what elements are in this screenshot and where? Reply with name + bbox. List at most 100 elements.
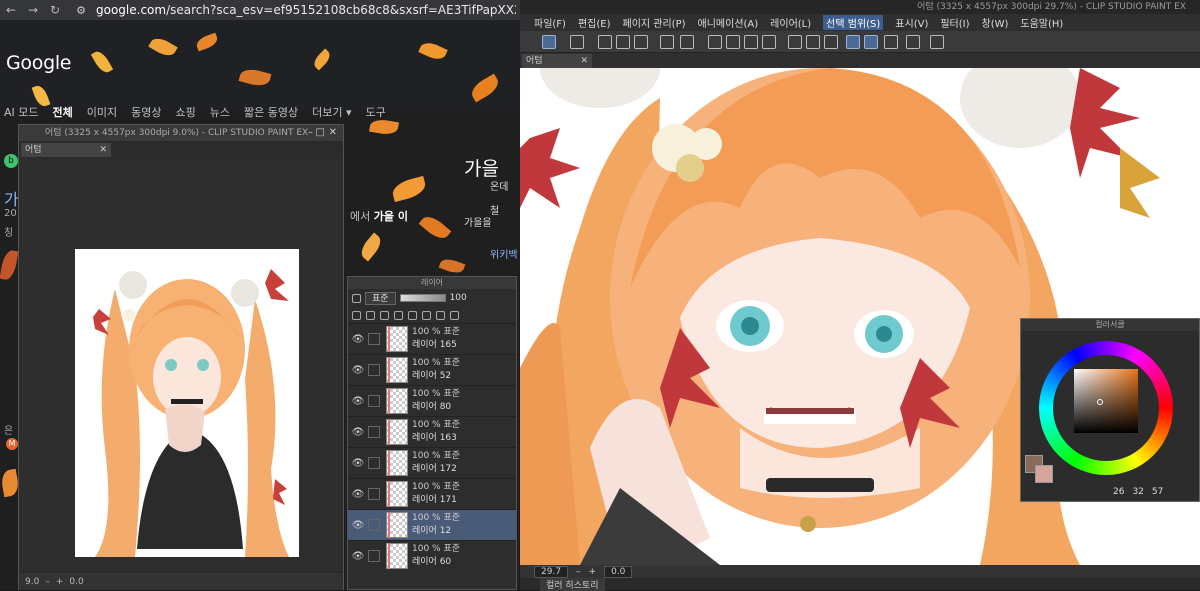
zoom-in-icon[interactable]: + xyxy=(589,567,597,577)
brightness-value[interactable]: 57 xyxy=(1152,487,1163,497)
crop-icon[interactable] xyxy=(762,35,776,49)
eye-icon[interactable]: 👁 xyxy=(348,551,368,562)
layer-lock-toggle[interactable] xyxy=(368,550,380,562)
eye-icon[interactable]: 👁 xyxy=(348,365,368,376)
undo-icon[interactable] xyxy=(660,35,674,49)
layer-lock-toggle[interactable] xyxy=(368,364,380,376)
layer-lock-toggle[interactable] xyxy=(368,488,380,500)
delete-icon[interactable] xyxy=(450,310,459,320)
layer-row[interactable]: 👁 100 % 표준 레이어 172 xyxy=(348,447,516,478)
app-icon[interactable] xyxy=(570,35,584,49)
tab-ai-mode[interactable]: AI 모드 xyxy=(4,104,39,120)
layer-lock-toggle[interactable] xyxy=(368,519,380,531)
menu-page[interactable]: 페이지 관리(P) xyxy=(623,15,686,30)
menu-window[interactable]: 창(W) xyxy=(982,15,1009,30)
layer-row[interactable]: 👁 100 % 표준 레이어 52 xyxy=(348,354,516,385)
eye-icon[interactable]: 👁 xyxy=(348,489,368,500)
eye-icon[interactable]: 👁 xyxy=(348,427,368,438)
maximize-icon[interactable]: □ xyxy=(316,125,325,141)
redo-icon[interactable] xyxy=(680,35,694,49)
tab-short-videos[interactable]: 짧은 동영상 xyxy=(244,104,298,120)
opacity-slider[interactable] xyxy=(399,294,446,302)
save-icon[interactable] xyxy=(634,35,648,49)
layer-color-icon[interactable] xyxy=(352,293,361,303)
layer-lock-toggle[interactable] xyxy=(368,457,380,469)
zoom-out-icon[interactable]: – xyxy=(576,567,581,577)
window-titlebar[interactable]: 어텀 (3325 x 4557px 300dpi 9.0%) - CLIP ST… xyxy=(19,125,343,141)
layer-row[interactable]: 👁 100 % 표준 레이어 60 xyxy=(348,540,516,571)
lock-icon[interactable] xyxy=(380,310,389,320)
tab-color-history[interactable]: 컬러 히스토리 xyxy=(540,577,605,591)
angle-value[interactable]: 0.0 xyxy=(604,565,633,578)
layer-row[interactable]: 👁 100 % 표준 레이어 171 xyxy=(348,478,516,509)
menu-selection[interactable]: 선택 범위(S) xyxy=(823,15,884,30)
artwork-canvas[interactable] xyxy=(75,249,299,557)
reference-icon[interactable] xyxy=(366,310,375,320)
grid-icon[interactable] xyxy=(884,35,898,49)
eye-icon[interactable]: 👁 xyxy=(348,520,368,531)
main-canvas[interactable]: 컬러서클 26 32 57 xyxy=(520,68,1200,565)
eye-icon[interactable]: 👁 xyxy=(348,396,368,407)
layer-row[interactable]: 👁 100 % 표준 레이어 165 xyxy=(348,323,516,354)
url-field[interactable]: google.com/search?sca_esv=ef95152108cb68… xyxy=(96,3,516,17)
sub-color-swatch[interactable] xyxy=(1035,465,1053,483)
google-logo[interactable]: Google xyxy=(6,52,72,74)
deselect-icon[interactable] xyxy=(788,35,802,49)
layer-lock-toggle[interactable] xyxy=(368,395,380,407)
zoom-value[interactable]: 9.0 xyxy=(25,577,39,587)
new-folder-icon[interactable] xyxy=(422,310,431,320)
angle-value[interactable]: 0.0 xyxy=(69,577,83,587)
clip-icon[interactable] xyxy=(352,310,361,320)
eye-icon[interactable]: 👁 xyxy=(348,334,368,345)
close-icon[interactable]: ✕ xyxy=(329,125,337,141)
zoom-out-icon[interactable]: – xyxy=(45,577,50,587)
document-tab[interactable]: 어텀 ✕ xyxy=(21,143,111,157)
tab-tools[interactable]: 도구 xyxy=(366,104,386,120)
menu-edit[interactable]: 편집(E) xyxy=(578,15,611,30)
document-tab[interactable]: 어텀 ✕ xyxy=(522,54,592,68)
close-tab-icon[interactable]: ✕ xyxy=(99,143,107,157)
transform-icon[interactable] xyxy=(542,35,556,49)
canvas-viewport[interactable] xyxy=(19,159,343,571)
saturation-value[interactable]: 32 xyxy=(1132,487,1143,497)
merge-icon[interactable] xyxy=(436,310,445,320)
layer-row[interactable]: 👁 100 % 표준 레이어 163 xyxy=(348,416,516,447)
fill-icon[interactable] xyxy=(726,35,740,49)
tab-images[interactable]: 이미지 xyxy=(87,104,117,120)
close-tab-icon[interactable]: ✕ xyxy=(580,54,588,68)
tab-videos[interactable]: 동영상 xyxy=(131,104,161,120)
site-favicon[interactable]: b xyxy=(4,154,18,168)
new-layer-icon[interactable] xyxy=(408,310,417,320)
snap-special-ruler-icon[interactable] xyxy=(864,35,878,49)
menu-view[interactable]: 표시(V) xyxy=(895,15,928,30)
forward-icon[interactable]: → xyxy=(22,3,44,17)
color-picker-cursor[interactable] xyxy=(1097,399,1103,405)
tab-shopping[interactable]: 쇼핑 xyxy=(176,104,196,120)
new-file-icon[interactable] xyxy=(598,35,612,49)
layer-row[interactable]: 👁 100 % 표준 레이어 12 xyxy=(348,509,516,540)
menu-filter[interactable]: 필터(I) xyxy=(940,15,969,30)
open-icon[interactable] xyxy=(616,35,630,49)
smartphone-icon[interactable] xyxy=(906,35,920,49)
opacity-value[interactable]: 100 xyxy=(450,293,467,303)
menu-animation[interactable]: 애니메이션(A) xyxy=(698,15,759,30)
menu-layer[interactable]: 레이어(L) xyxy=(770,15,811,30)
panel-link-fragment[interactable]: 위키백 xyxy=(490,246,518,261)
tab-all[interactable]: 전체 xyxy=(53,104,73,120)
layer-row[interactable]: 👁 100 % 표준 레이어 80 xyxy=(348,385,516,416)
saturation-value-square[interactable] xyxy=(1074,369,1138,433)
menu-file[interactable]: 파일(F) xyxy=(534,15,566,30)
site-favicon[interactable]: M xyxy=(6,438,18,450)
site-info-icon[interactable]: ⚙ xyxy=(72,4,90,17)
help-icon[interactable] xyxy=(930,35,944,49)
selection-icon[interactable] xyxy=(824,35,838,49)
tab-news[interactable]: 뉴스 xyxy=(210,104,230,120)
clear-icon[interactable] xyxy=(708,35,722,49)
tab-more[interactable]: 더보기 ▾ xyxy=(312,104,351,120)
result-title-fragment[interactable]: 가 xyxy=(4,186,19,210)
zoom-value[interactable]: 29.7 xyxy=(534,565,569,578)
minimize-icon[interactable]: – xyxy=(308,125,313,141)
mask-icon[interactable] xyxy=(394,310,403,320)
menu-help[interactable]: 도움말(H) xyxy=(1020,15,1063,30)
blend-mode-select[interactable]: 표준 xyxy=(365,291,396,305)
